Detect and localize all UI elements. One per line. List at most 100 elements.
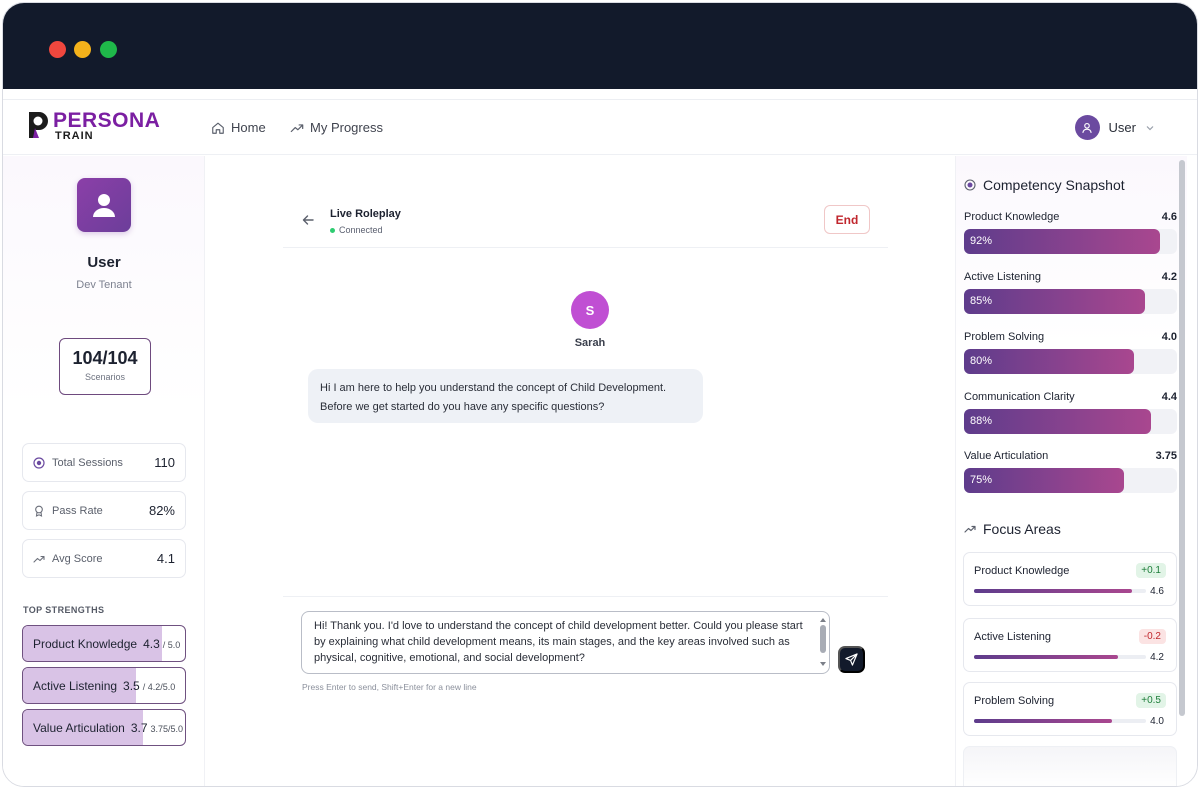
sidebar-scrollbar[interactable] <box>1179 156 1185 786</box>
strength-label: Active Listening <box>33 679 118 693</box>
logo-mark-icon <box>29 112 48 138</box>
end-session-button[interactable]: End <box>824 205 870 234</box>
focus-area-delta-badge: +0.1 <box>1136 563 1166 578</box>
competency-score: 4.6 <box>1161 211 1177 223</box>
focus-area-score: 4.6 <box>1150 586 1164 597</box>
input-scrollbar[interactable] <box>820 617 826 667</box>
stat-label: Avg Score <box>52 552 103 565</box>
arrow-left-icon[interactable] <box>301 213 315 227</box>
competency-label: Problem Solving <box>964 331 1045 343</box>
chat-panel: Live Roleplay Connected End S Sarah Hi I… <box>206 156 954 786</box>
competency-row: Problem Solving 4.0 80% <box>964 331 1177 374</box>
scenarios-count: 104/104 <box>72 348 138 368</box>
competency-percent: 75% <box>970 474 993 486</box>
award-icon <box>35 505 43 517</box>
focus-area-bar-track <box>974 655 1146 659</box>
focus-area-delta-badge: +0.5 <box>1136 693 1166 708</box>
focus-area-bar-fill <box>974 655 1119 659</box>
strength-max: / 5.0 <box>162 640 181 650</box>
close-window-button[interactable] <box>49 41 66 58</box>
nav-home[interactable]: Home <box>211 120 266 135</box>
minimize-window-button[interactable] <box>74 41 91 58</box>
focus-area-score: 4.2 <box>1150 652 1164 663</box>
composer-divider <box>283 596 888 597</box>
focus-area-card[interactable]: Problem Solving +0.5 4.0 <box>963 682 1177 736</box>
focus-area-bar-track <box>974 589 1146 593</box>
focus-area-bar-track <box>974 719 1146 723</box>
maximize-window-button[interactable] <box>100 41 117 58</box>
stat-label: Pass Rate <box>52 504 103 517</box>
user-avatar <box>1074 115 1100 140</box>
profile-tenant: Dev Tenant <box>76 279 132 291</box>
competency-row: Product Knowledge 4.6 92% <box>964 211 1177 254</box>
strength-value: 3.5 <box>123 679 140 693</box>
strength-max: / 4.2/5.0 <box>142 682 176 692</box>
stat-value: 82% <box>148 503 175 518</box>
stat-avg-score: Avg Score 4.1 <box>22 539 186 578</box>
stat-value: 4.1 <box>156 551 175 566</box>
trending-up-icon <box>964 525 976 533</box>
competency-bar-fill <box>964 229 1160 254</box>
focus-area-bar-fill <box>974 719 1112 723</box>
window-titlebar <box>3 3 1197 89</box>
input-scrollbar-thumb[interactable] <box>820 625 826 653</box>
competency-bar-track: 92% <box>964 229 1177 254</box>
sidebar-scrollbar-thumb[interactable] <box>1179 160 1185 716</box>
status-dot-icon <box>330 227 335 233</box>
persona-avatar: S <box>571 291 609 329</box>
persona-message-bubble: Hi I am here to help you understand the … <box>308 369 703 423</box>
nav-my-progress-label: My Progress <box>310 120 383 135</box>
competency-label: Product Knowledge <box>964 211 1060 223</box>
strength-item: Value Articulation 3.7 3.75/5.0 <box>22 709 186 746</box>
strength-max: 3.75/5.0 <box>150 724 184 734</box>
competency-percent: 85% <box>970 295 993 307</box>
competency-bar-track: 85% <box>964 289 1177 314</box>
focus-areas-title: Focus Areas <box>964 521 1061 537</box>
persona-train-logo[interactable]: PERSONA TRAIN <box>25 109 165 146</box>
user-menu[interactable]: User <box>1074 115 1155 140</box>
strength-item: Product Knowledge 4.3/ 5.0 <box>22 625 186 662</box>
focus-area-card-partial <box>963 746 1177 786</box>
left-sidebar: User Dev Tenant 104/104 Scenarios Total … <box>3 156 205 786</box>
chat-title: Live Roleplay <box>330 208 401 220</box>
message-input[interactable]: Hi! Thank you. I'd love to understand th… <box>301 611 830 674</box>
chat-header: Live Roleplay Connected End <box>283 196 888 248</box>
home-icon <box>212 122 224 134</box>
competency-row: Value Articulation 3.75 75% <box>964 450 1177 493</box>
competency-score: 4.0 <box>1161 331 1177 343</box>
strength-label: Product Knowledge <box>33 637 138 651</box>
competency-label: Communication Clarity <box>964 391 1075 403</box>
focus-area-score: 4.0 <box>1150 716 1164 727</box>
strength-row: Active Listening 3.5/ 4.2/5.0 <box>33 679 175 693</box>
focus-area-label: Active Listening <box>974 631 1052 643</box>
nav-home-label: Home <box>231 120 266 135</box>
target-icon <box>964 179 976 191</box>
chevron-down-icon <box>1146 125 1154 130</box>
send-button[interactable] <box>838 646 865 673</box>
competency-snapshot-label: Competency Snapshot <box>983 177 1125 193</box>
scroll-down-icon <box>820 662 826 666</box>
clock-icon <box>33 456 45 469</box>
stat-label: Total Sessions <box>52 456 123 469</box>
nav-my-progress[interactable]: My Progress <box>290 120 383 135</box>
connection-status: Connected <box>330 225 383 235</box>
trending-up-icon <box>33 555 45 563</box>
focus-area-card[interactable]: Active Listening -0.2 4.2 <box>963 618 1177 672</box>
strength-row: Value Articulation 3.7 3.75/5.0 <box>33 721 183 735</box>
competency-row: Active Listening 4.2 85% <box>964 271 1177 314</box>
persona-name: Sarah <box>574 337 606 349</box>
scenarios-label: Scenarios <box>84 372 126 382</box>
stat-value: 110 <box>154 455 175 470</box>
strength-row: Product Knowledge 4.3/ 5.0 <box>33 637 180 651</box>
strength-item: Active Listening 3.5/ 4.2/5.0 <box>22 667 186 704</box>
focus-area-card[interactable]: Product Knowledge +0.1 4.6 <box>963 552 1177 606</box>
top-strengths-title: TOP STRENGTHS <box>23 605 105 615</box>
stat-total-sessions: Total Sessions 110 <box>22 443 186 482</box>
competency-score: 3.75 <box>1155 450 1177 462</box>
strength-value: 4.3 <box>143 637 160 651</box>
competency-percent: 88% <box>970 415 993 427</box>
focus-area-label: Product Knowledge <box>974 565 1070 577</box>
focus-area-bar-fill <box>974 589 1133 593</box>
strength-value: 3.7 <box>130 721 148 735</box>
trending-up-icon <box>290 123 304 132</box>
